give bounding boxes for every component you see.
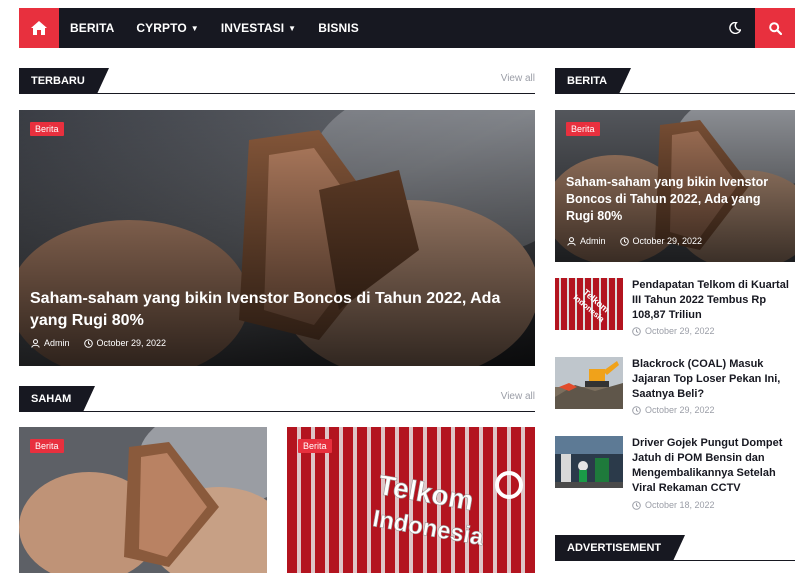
nav-label: INVESTASI [220, 21, 285, 35]
search-button[interactable] [755, 8, 795, 48]
telkom-building-image: Telkom Indonesia [555, 278, 623, 330]
category-badge[interactable]: Berita [566, 122, 600, 136]
dark-mode-toggle[interactable] [715, 8, 755, 48]
article-date: October 29, 2022 [645, 326, 715, 336]
clock-icon [632, 500, 641, 510]
article-meta: Admin October 29, 2022 [567, 236, 702, 246]
sidebar-list-item[interactable]: Driver Gojek Pungut Dompet Jatuh di POM … [555, 436, 795, 514]
nav-label: BERITA [70, 21, 115, 35]
home-icon [31, 21, 47, 35]
sidebar-list-item[interactable]: Telkom Indonesia Pendapatan Telkom di Ku… [555, 278, 795, 340]
article-thumbnail[interactable] [555, 357, 623, 409]
article-thumbnail[interactable] [555, 436, 623, 488]
main-navbar: BERITA CYRPTO ▼ INVESTASI ▼ BISNIS [19, 8, 795, 48]
article-title[interactable]: Saham-saham yang bikin Ivenstor Boncos d… [30, 288, 530, 332]
clock-icon [632, 326, 641, 336]
nav-label: BISNIS [318, 21, 359, 35]
article-meta: Admin October 29, 2022 [31, 338, 166, 348]
saham-article-card[interactable]: Berita [19, 427, 267, 573]
gas-station-cctv-image [555, 436, 623, 488]
clock-icon [83, 338, 93, 348]
article-title[interactable]: Blackrock (COAL) Masuk Jajaran Top Loser… [632, 357, 792, 402]
nav-item-investasi[interactable]: INVESTASI ▼ [210, 8, 307, 48]
search-icon [768, 21, 782, 35]
author-name[interactable]: Admin [580, 236, 606, 246]
article-title[interactable]: Pendapatan Telkom di Kuartal III Tahun 2… [632, 278, 792, 323]
section-title: BERITA [555, 68, 632, 94]
sidebar-featured-card[interactable]: Berita Saham-saham yang bikin Ivenstor B… [555, 110, 795, 262]
article-date: October 29, 2022 [645, 405, 715, 415]
clock-icon [632, 405, 641, 415]
nav-item-berita[interactable]: BERITA [59, 8, 125, 48]
nav-label: CYRPTO [136, 21, 187, 35]
article-date: October 29, 2022 [96, 338, 167, 348]
chevron-down-icon: ▼ [190, 23, 199, 33]
author-name[interactable]: Admin [44, 338, 70, 348]
featured-article-card[interactable]: Berita Saham-saham yang bikin Ivenstor B… [19, 110, 535, 366]
view-all-link[interactable]: View all [501, 391, 535, 402]
article-meta: October 29, 2022 [632, 326, 715, 336]
home-button[interactable] [19, 8, 59, 48]
section-title: ADVERTISEMENT [555, 535, 686, 561]
chevron-down-icon: ▼ [288, 23, 297, 33]
user-icon [31, 338, 40, 348]
nav-item-bisnis[interactable]: BISNIS [307, 8, 370, 48]
category-badge[interactable]: Berita [298, 439, 332, 453]
view-all-link[interactable]: View all [501, 73, 535, 84]
article-thumbnail[interactable]: Telkom Indonesia [555, 278, 623, 330]
saham-article-card[interactable]: Telkom Indonesia Berita [287, 427, 535, 573]
article-date: October 29, 2022 [632, 236, 703, 246]
nav-item-cyrpto[interactable]: CYRPTO ▼ [125, 8, 209, 48]
section-title: TERBARU [19, 68, 109, 94]
section-header-berita: BERITA [555, 68, 795, 94]
section-title: SAHAM [19, 386, 96, 412]
category-badge[interactable]: Berita [30, 439, 64, 453]
article-date: October 18, 2022 [645, 500, 715, 510]
category-badge[interactable]: Berita [30, 122, 64, 136]
mining-excavator-image [555, 357, 623, 409]
clock-icon [619, 236, 629, 246]
article-meta: October 18, 2022 [632, 500, 715, 510]
section-header-terbaru: TERBARU View all [19, 68, 535, 94]
user-icon [567, 236, 576, 246]
moon-icon [729, 22, 741, 34]
article-title[interactable]: Driver Gojek Pungut Dompet Jatuh di POM … [632, 436, 792, 496]
sidebar-list-item[interactable]: Blackrock (COAL) Masuk Jajaran Top Loser… [555, 357, 795, 419]
section-header-advertisement: ADVERTISEMENT [555, 535, 795, 561]
article-meta: October 29, 2022 [632, 405, 715, 415]
article-title[interactable]: Saham-saham yang bikin Ivenstor Boncos d… [566, 174, 786, 225]
section-header-saham: SAHAM View all [19, 386, 535, 412]
